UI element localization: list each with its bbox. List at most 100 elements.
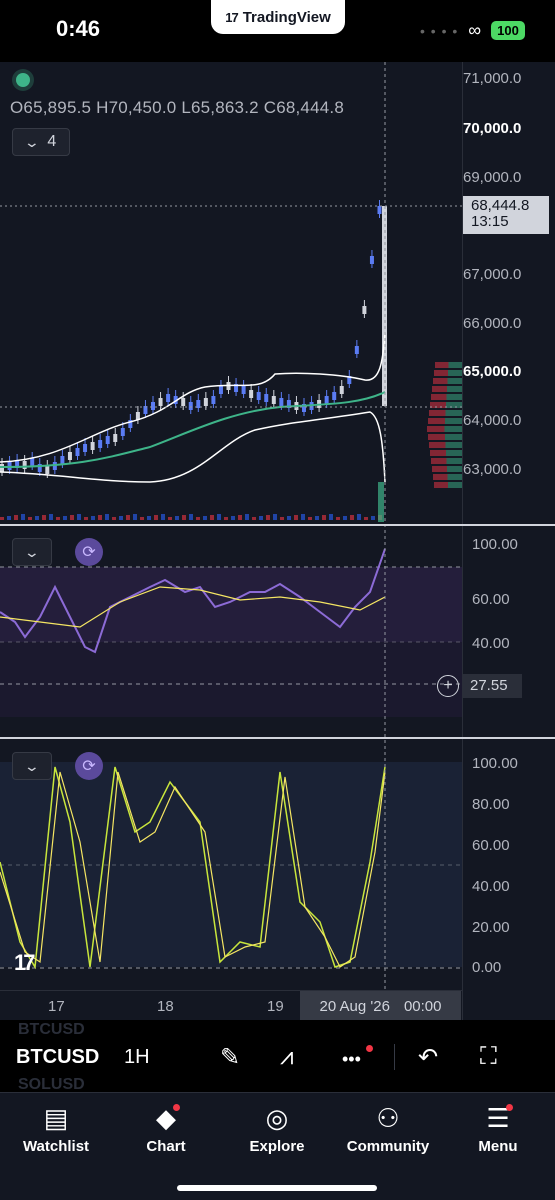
volume-profile-bar: [446, 394, 462, 400]
volume-profile-bar: [433, 378, 448, 384]
tradingview-logo-icon: 17: [225, 9, 239, 25]
volume-bar: [266, 515, 270, 520]
rsi-tick: 40.00: [472, 635, 510, 652]
draw-icon[interactable]: ✎: [220, 1043, 240, 1072]
volume-profile-bar: [432, 466, 447, 472]
volume-bar: [329, 514, 333, 520]
app-name: TradingView: [242, 8, 331, 26]
volume-bar: [273, 514, 277, 520]
community-icon: ⚇: [376, 1103, 400, 1133]
stoch-tick: 100.00: [472, 755, 518, 772]
more-icon[interactable]: •••: [342, 1049, 361, 1070]
volume-profile-bar: [445, 434, 462, 440]
volume-bar: [252, 517, 256, 520]
stoch-tick: 80.00: [472, 796, 510, 813]
volume-bar: [14, 515, 18, 520]
trendline-icon[interactable]: ⩘: [280, 1043, 294, 1071]
link-icon: ∞: [468, 20, 482, 40]
volume-bar: [161, 514, 165, 520]
volume-profile-bar: [427, 426, 445, 432]
nav-watchlist[interactable]: ▤ Watchlist: [6, 1100, 106, 1155]
notification-dot: [366, 1045, 373, 1052]
price-tick: 66,000.0: [463, 315, 522, 332]
nav-community[interactable]: ⚇ Community: [338, 1100, 438, 1155]
rsi-settings-button[interactable]: ⟳: [75, 538, 103, 566]
volume-bar: [77, 514, 81, 520]
chevron-down-icon: ⌄: [23, 133, 40, 150]
status-time: 0:46: [56, 16, 101, 41]
volume-profile-bar: [433, 474, 448, 480]
explore-icon: ◎: [265, 1103, 289, 1133]
notification-dot: [173, 1104, 180, 1111]
signal-icon: • • • •: [420, 22, 459, 39]
fullscreen-icon[interactable]: ⛶: [480, 1043, 497, 1071]
current-price-label: 68,444.8 13:15: [463, 196, 549, 234]
volume-bar: [224, 517, 228, 520]
volume-bar: [203, 516, 207, 520]
volume-bar: [238, 515, 242, 520]
volume-bar: [336, 517, 340, 520]
volume-bar: [63, 516, 67, 520]
volume-bar: [315, 516, 319, 520]
refresh-icon: ⟳: [82, 758, 96, 775]
volume-profile-bar: [446, 402, 462, 408]
undo-icon[interactable]: ↶: [418, 1043, 438, 1072]
stoch-settings-button[interactable]: ⟳: [75, 752, 103, 780]
volume-bar: [140, 517, 144, 520]
pane-separator[interactable]: [0, 737, 555, 739]
ohlc-low: L65,863.2: [181, 98, 259, 117]
stoch-tick: 60.00: [472, 837, 510, 854]
volume-profile-bar: [430, 450, 446, 456]
volume-bar: [147, 516, 151, 520]
volume-profile-bar: [434, 482, 448, 488]
nav-chart[interactable]: ◆ Chart: [116, 1100, 216, 1155]
interval-button[interactable]: 1H: [124, 1046, 150, 1069]
volume-profile-bar: [448, 370, 462, 376]
rsi-tick: 60.00: [472, 591, 510, 608]
volume-bar: [35, 516, 39, 520]
time-tick: 18: [157, 998, 174, 1015]
stoch-collapse-button[interactable]: ⌄: [12, 752, 52, 780]
chevron-down-icon: ⌄: [23, 757, 41, 774]
time-tick: 19: [267, 998, 284, 1015]
tradingview-pill[interactable]: 17 TradingView: [211, 0, 345, 34]
stoch-tick: 40.00: [472, 878, 510, 895]
volume-bar: [357, 514, 361, 520]
tradingview-watermark-icon: 17: [14, 950, 36, 975]
symbol-ghost-prev: BTCUSD: [18, 1021, 85, 1038]
volume-profile-bar: [429, 410, 446, 416]
status-right: • • • • ∞ 100: [420, 20, 525, 41]
volume-bar: [133, 514, 137, 520]
nav-explore[interactable]: ◎ Explore: [227, 1100, 327, 1155]
volume-bar: [287, 516, 291, 520]
volume-profile-bar: [445, 410, 462, 416]
add-plus-icon[interactable]: +: [437, 675, 459, 697]
volume-bar: [91, 516, 95, 520]
volume-bar: [0, 517, 4, 520]
volume-bar: [322, 515, 326, 520]
volume-bar: [210, 515, 214, 520]
indicators-toggle-button[interactable]: ⌄ 4: [12, 128, 70, 156]
volume-bar: [70, 515, 74, 520]
volume-bar: [98, 515, 102, 520]
nav-menu[interactable]: ☰ Menu: [448, 1100, 548, 1155]
volume-bar: [280, 517, 284, 520]
rsi-collapse-button[interactable]: ⌄: [12, 538, 52, 566]
volume-profile-bar: [448, 482, 462, 488]
volume-profile-bar: [444, 426, 462, 432]
symbol-button[interactable]: BTCUSD: [16, 1046, 99, 1069]
volume-profile-bar: [431, 458, 447, 464]
ohlc-open: O65,895.5: [10, 98, 92, 117]
volume-bar: [84, 517, 88, 520]
volume-bar: [182, 515, 186, 520]
pane-separator[interactable]: [0, 524, 555, 526]
volume-bar: [294, 515, 298, 520]
volume-bar: [175, 516, 179, 520]
volume-bar: [231, 516, 235, 520]
price-tick: 65,000.0: [463, 363, 522, 380]
volume-bar: [196, 517, 200, 520]
volume-profile-bar: [448, 362, 462, 368]
crosshair-time: 00:00: [403, 997, 442, 1015]
notification-dot: [506, 1104, 513, 1111]
candle-countdown: 13:15: [471, 213, 509, 230]
